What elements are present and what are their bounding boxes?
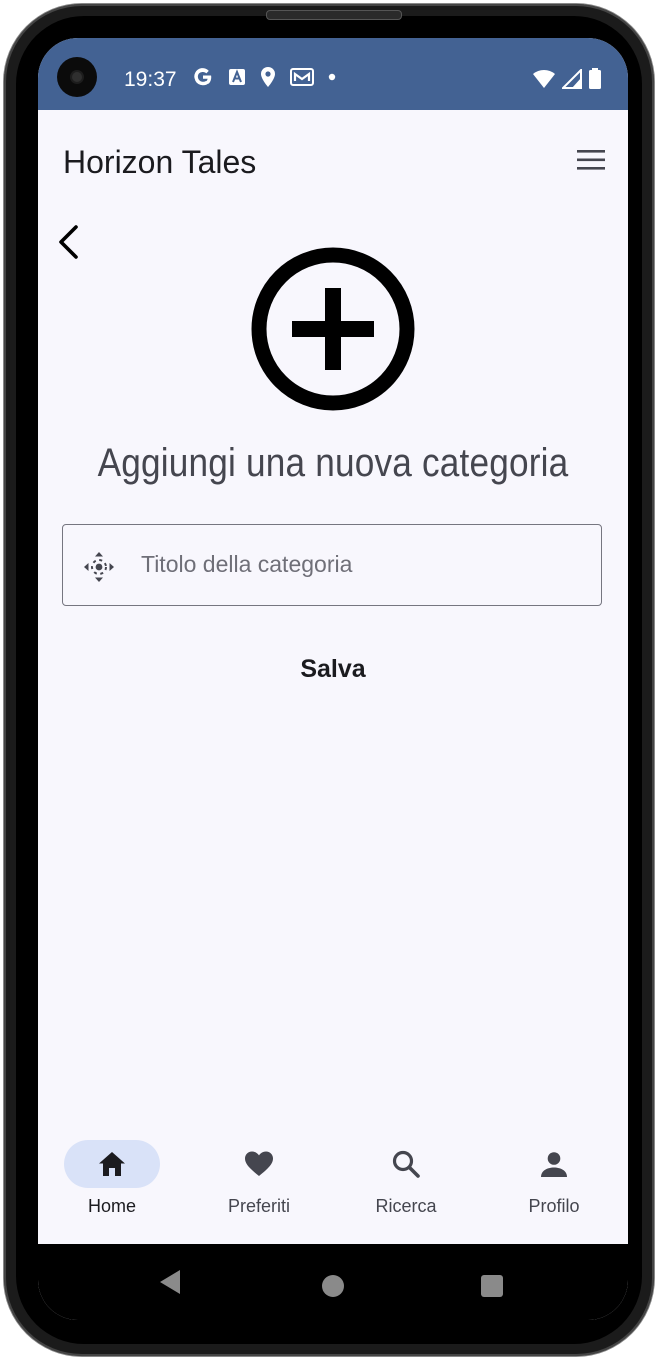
heart-icon [245, 1151, 273, 1176]
system-recents-button[interactable] [481, 1275, 503, 1297]
search-icon [392, 1150, 420, 1178]
bottom-navigation-bar: Home Preferiti Ricerca Profilo [38, 1122, 628, 1244]
screen: 19:37 Horizon Tales Aggiungi una nuova c… [38, 38, 628, 1320]
nav-label-profile: Profilo [528, 1196, 580, 1216]
status-bar: 19:37 [38, 38, 628, 110]
nav-item-favorites[interactable]: Preferiti [185, 1140, 333, 1230]
add-circle-icon [251, 247, 415, 411]
move-arrows-icon [84, 552, 114, 582]
system-status-icons [532, 68, 602, 90]
wifi-icon [533, 69, 555, 88]
battery-icon [589, 68, 601, 89]
front-camera [57, 57, 97, 97]
home-icon [99, 1152, 125, 1176]
top-app-bar: Horizon Tales [38, 110, 628, 210]
save-button[interactable]: Salva [263, 644, 403, 694]
location-icon [261, 67, 275, 87]
signal-icon [562, 69, 582, 89]
person-icon [541, 1152, 567, 1177]
nav-label-search: Ricerca [375, 1196, 437, 1216]
nav-label-favorites: Preferiti [227, 1196, 290, 1216]
nav-item-home[interactable]: Home [38, 1140, 186, 1230]
category-title-field[interactable] [62, 524, 602, 606]
text-a-icon [229, 69, 245, 85]
status-time: 19:37 [124, 68, 177, 91]
gmail-icon [290, 68, 314, 86]
category-title-input[interactable] [141, 525, 581, 603]
nav-item-profile[interactable]: Profilo [480, 1140, 628, 1230]
back-arrow-icon[interactable] [50, 222, 84, 262]
dot-icon [328, 73, 336, 81]
app-title: Horizon Tales [63, 144, 257, 180]
system-home-button[interactable] [322, 1275, 344, 1297]
speaker-grille [266, 10, 402, 20]
nav-label-home: Home [87, 1196, 136, 1216]
system-back-icon[interactable] [158, 1268, 182, 1296]
google-icon [194, 68, 212, 86]
notification-icons [192, 66, 336, 88]
system-navigation-bar [38, 1244, 628, 1320]
hamburger-menu-icon[interactable] [576, 148, 606, 172]
page-heading: Aggiungi una nuova categoria [97, 441, 569, 485]
nav-item-search[interactable]: Ricerca [332, 1140, 480, 1230]
